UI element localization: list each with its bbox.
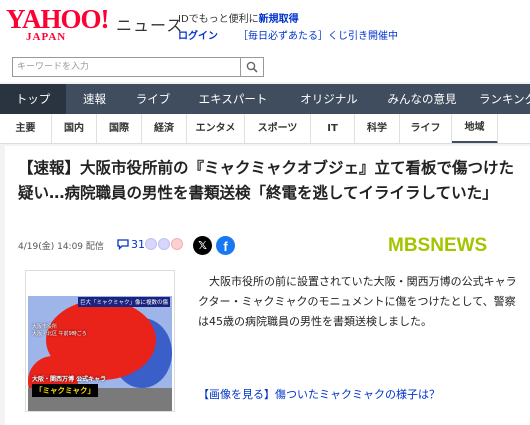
photo-banner: 巨大「ミャクミャク」像に複数の傷 bbox=[77, 297, 170, 307]
reaction-icon bbox=[145, 238, 157, 250]
main-nav-ranking[interactable]: ランキング bbox=[469, 84, 530, 114]
x-share-icon[interactable]: 𝕏 bbox=[193, 236, 212, 255]
search-bar bbox=[0, 52, 530, 82]
site-name[interactable]: ニュース bbox=[116, 12, 183, 36]
category-major[interactable]: 主要 bbox=[0, 114, 52, 143]
photo-caption: 大阪・関西万博 公式キャラ bbox=[32, 376, 107, 383]
lottery-link[interactable]: ［毎日必ずあたる］くじ引き開催中 bbox=[238, 27, 398, 42]
mbs-news-logo[interactable]: MBSNEWS bbox=[388, 235, 487, 257]
id-promo-text: IDでもっと便利に bbox=[178, 14, 259, 25]
article-card: 【速報】大阪市役所前の『ミャクミャクオブジェ』立て看板で傷つけた疑い…病院職員の… bbox=[5, 146, 530, 425]
id-promo: IDでもっと便利に新規取得 bbox=[178, 10, 299, 25]
reaction-icon bbox=[158, 238, 170, 250]
photo-location-line1: 大阪市役所 bbox=[32, 324, 58, 330]
article-photo[interactable]: 巨大「ミャクミャク」像に複数の傷 大阪市役所 大阪・北区 午前9時ごろ 大阪・関… bbox=[25, 270, 175, 412]
article-body: 大阪市役所の前に設置されていた大阪・関西万博の公式キャラクター・ミャクミャクのモ… bbox=[198, 275, 517, 328]
main-nav-expert[interactable]: エキスパート bbox=[183, 84, 283, 114]
category-science[interactable]: 科学 bbox=[355, 114, 400, 143]
category-sports[interactable]: スポーツ bbox=[245, 114, 311, 143]
source-logo-mbs: MBS bbox=[388, 235, 431, 256]
related-image-link[interactable]: 【画像を見る】傷ついたミャクミャクの様子は？ bbox=[198, 386, 440, 402]
main-nav-original[interactable]: オリジナル bbox=[283, 84, 375, 114]
category-economy[interactable]: 経済 bbox=[142, 114, 187, 143]
category-international[interactable]: 国際 bbox=[97, 114, 142, 143]
comment-icon bbox=[117, 239, 129, 250]
login-link[interactable]: ログイン bbox=[178, 27, 218, 42]
main-nav: トップ 速報 ライブ エキスパート オリジナル みんなの意見 ランキング bbox=[0, 84, 530, 114]
category-life[interactable]: ライフ bbox=[400, 114, 452, 143]
category-domestic[interactable]: 国内 bbox=[52, 114, 97, 143]
article-headline: 【速報】大阪市役所前の『ミャクミャクオブジェ』立て看板で傷つけた疑い…病院職員の… bbox=[18, 159, 515, 202]
comment-count: 31 bbox=[131, 238, 145, 251]
register-link[interactable]: 新規取得 bbox=[259, 14, 299, 25]
source-logo-news: NEWS bbox=[430, 235, 488, 256]
main-nav-live[interactable]: ライブ bbox=[123, 84, 183, 114]
yahoo-japan-logo[interactable]: YAHOO! JAPAN bbox=[6, 6, 114, 44]
logo-sub-text: JAPAN bbox=[26, 31, 67, 43]
comments-button[interactable]: 31 bbox=[117, 238, 145, 251]
main-nav-flash[interactable]: 速報 bbox=[66, 84, 123, 114]
category-entertainment[interactable]: エンタメ bbox=[187, 114, 245, 143]
photo-location-line2: 大阪・北区 午前9時ごろ bbox=[32, 331, 87, 337]
publish-date: 4/19(金) 14:09 配信 bbox=[18, 242, 104, 252]
reaction-icon bbox=[171, 238, 183, 250]
site-header: YAHOO! JAPAN ニュース IDでもっと便利に新規取得 ログイン ［毎日… bbox=[0, 0, 530, 52]
photo-frame: 巨大「ミャクミャク」像に複数の傷 大阪市役所 大阪・北区 午前9時ごろ 大阪・関… bbox=[28, 296, 172, 411]
category-local[interactable]: 地域 bbox=[452, 114, 498, 143]
category-it[interactable]: IT bbox=[311, 114, 355, 143]
category-nav: 主要 国内 国際 経済 エンタメ スポーツ IT 科学 ライフ 地域 bbox=[0, 114, 530, 144]
reaction-icons[interactable] bbox=[145, 238, 184, 250]
search-icon bbox=[246, 61, 258, 73]
photo-name-tag: 「ミャクミャク」 bbox=[32, 384, 98, 397]
main-nav-opinions[interactable]: みんなの意見 bbox=[375, 84, 469, 114]
logo-main-text: YAHOO! bbox=[6, 4, 110, 34]
search-button[interactable] bbox=[240, 57, 264, 77]
photo-location: 大阪市役所 大阪・北区 午前9時ごろ bbox=[32, 324, 87, 338]
main-nav-top[interactable]: トップ bbox=[0, 84, 66, 114]
search-input[interactable] bbox=[12, 57, 240, 77]
facebook-share-icon[interactable]: f bbox=[216, 236, 235, 255]
